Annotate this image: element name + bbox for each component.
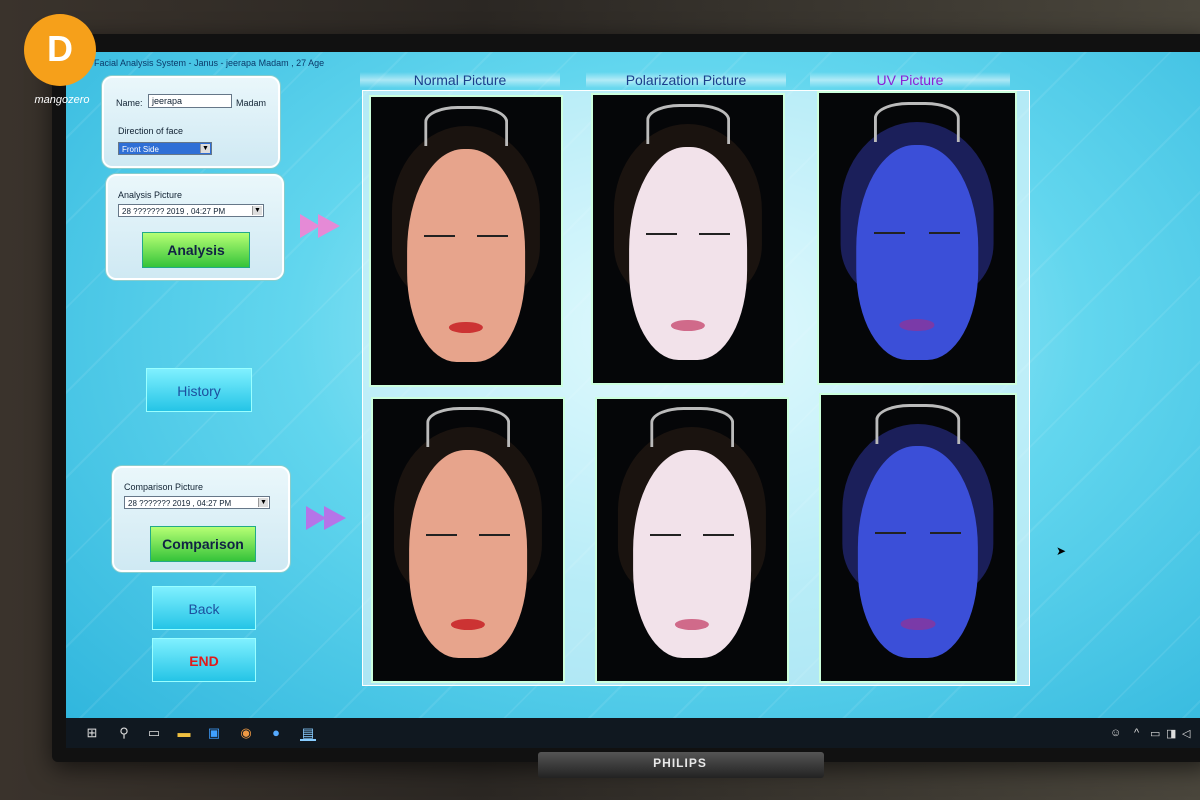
lips (899, 319, 935, 331)
mouse-cursor-icon: ➤ (1056, 544, 1067, 558)
chrome-icon[interactable]: ◉ (238, 725, 254, 741)
eye (703, 534, 734, 537)
name-field[interactable]: jeerapa (148, 94, 232, 108)
head-clamp (424, 105, 508, 146)
store-icon[interactable]: ▣ (206, 725, 222, 741)
window-title: Facial Analysis System - Janus - jeerapa… (94, 58, 325, 68)
photo-uv-analysis[interactable] (817, 91, 1017, 385)
eye (479, 534, 510, 537)
eye (928, 232, 961, 235)
end-button[interactable]: END (152, 638, 256, 682)
windows-icon[interactable]: ⊞ (84, 725, 100, 741)
photo-normal-comparison[interactable] (371, 397, 565, 683)
chevron-down-icon: ▼ (252, 206, 262, 215)
file-explorer-icon[interactable]: ▬ (176, 725, 192, 741)
app-active-icon[interactable]: ▤ (300, 725, 316, 741)
head-clamp (646, 103, 730, 144)
eye (426, 534, 457, 537)
network-icon[interactable]: ◨ (1166, 727, 1176, 740)
comparison-panel: Comparison Picture 28 ??????? 2019 , 04:… (112, 466, 290, 572)
lips (670, 319, 706, 332)
eye (424, 235, 455, 238)
screen: Facial Analysis System - Janus - jeerapa… (66, 52, 1200, 748)
photo-grid (362, 90, 1030, 686)
task-view-icon[interactable]: ▭ (146, 725, 162, 741)
person-icon[interactable]: ☺ (1110, 727, 1121, 739)
eye (646, 233, 677, 236)
photo-polarization-analysis[interactable] (591, 93, 785, 385)
direction-select[interactable]: Front Side ▼ (118, 142, 212, 155)
chevron-down-icon: ▼ (200, 144, 210, 153)
double-arrow-icon (306, 506, 346, 530)
battery-icon[interactable]: ▭ (1150, 727, 1160, 740)
comparison-date-select[interactable]: 28 ??????? 2019 , 04:27 PM ▼ (124, 496, 270, 509)
app-icon[interactable]: ● (268, 725, 284, 741)
eye (873, 232, 906, 235)
photo-normal-analysis[interactable] (369, 95, 563, 387)
identity-panel: Name: jeerapa Madam Direction of face Fr… (102, 76, 280, 168)
direction-label: Direction of face (118, 126, 184, 136)
photo-uv-comparison[interactable] (819, 393, 1017, 683)
head-clamp (875, 403, 961, 444)
analysis-label: Analysis Picture (118, 190, 183, 200)
eye (650, 534, 681, 537)
head-clamp (650, 407, 734, 447)
eye (875, 532, 907, 535)
salutation-label: Madam (236, 98, 267, 108)
search-icon[interactable]: ⚲ (116, 725, 132, 741)
direction-value: Front Side (122, 145, 159, 154)
analysis-panel: Analysis Picture 28 ??????? 2019 , 04:27… (106, 174, 284, 280)
comparison-date-value: 28 ??????? 2019 , 04:27 PM (128, 499, 232, 508)
column-title-uv: UV Picture (810, 72, 1010, 88)
watermark-text: mangozero (34, 94, 90, 106)
chevron-down-icon: ▼ (258, 498, 268, 507)
analysis-date-select[interactable]: 28 ??????? 2019 , 04:27 PM ▼ (118, 204, 264, 217)
eye (699, 233, 730, 236)
photo-polarization-comparison[interactable] (595, 397, 789, 683)
column-title-normal: Normal Picture (360, 72, 560, 88)
back-button[interactable]: Back (152, 586, 256, 630)
head-clamp (426, 407, 510, 447)
name-label: Name: (116, 98, 143, 108)
eye (929, 532, 961, 535)
column-title-polarization: Polarization Picture (586, 72, 786, 88)
analysis-date-value: 28 ??????? 2019 , 04:27 PM (122, 207, 226, 216)
lips (448, 321, 484, 334)
volume-icon[interactable]: ◁ (1182, 727, 1190, 740)
taskbar: ⊞ ⚲ ▭ ▬ ▣ ◉ ● ▤ ☺ ^ ▭ ◨ ◁ (66, 718, 1200, 748)
comparison-label: Comparison Picture (124, 482, 204, 492)
eye (477, 235, 508, 238)
analysis-button[interactable]: Analysis (142, 232, 250, 268)
head-clamp (873, 101, 961, 143)
watermark-logo: D (24, 14, 96, 86)
comparison-button[interactable]: Comparison (150, 526, 256, 562)
chevron-up-icon[interactable]: ^ (1134, 727, 1139, 739)
double-arrow-icon (300, 214, 340, 238)
monitor-brand: PHILIPS (653, 756, 707, 770)
history-button[interactable]: History (146, 368, 252, 412)
